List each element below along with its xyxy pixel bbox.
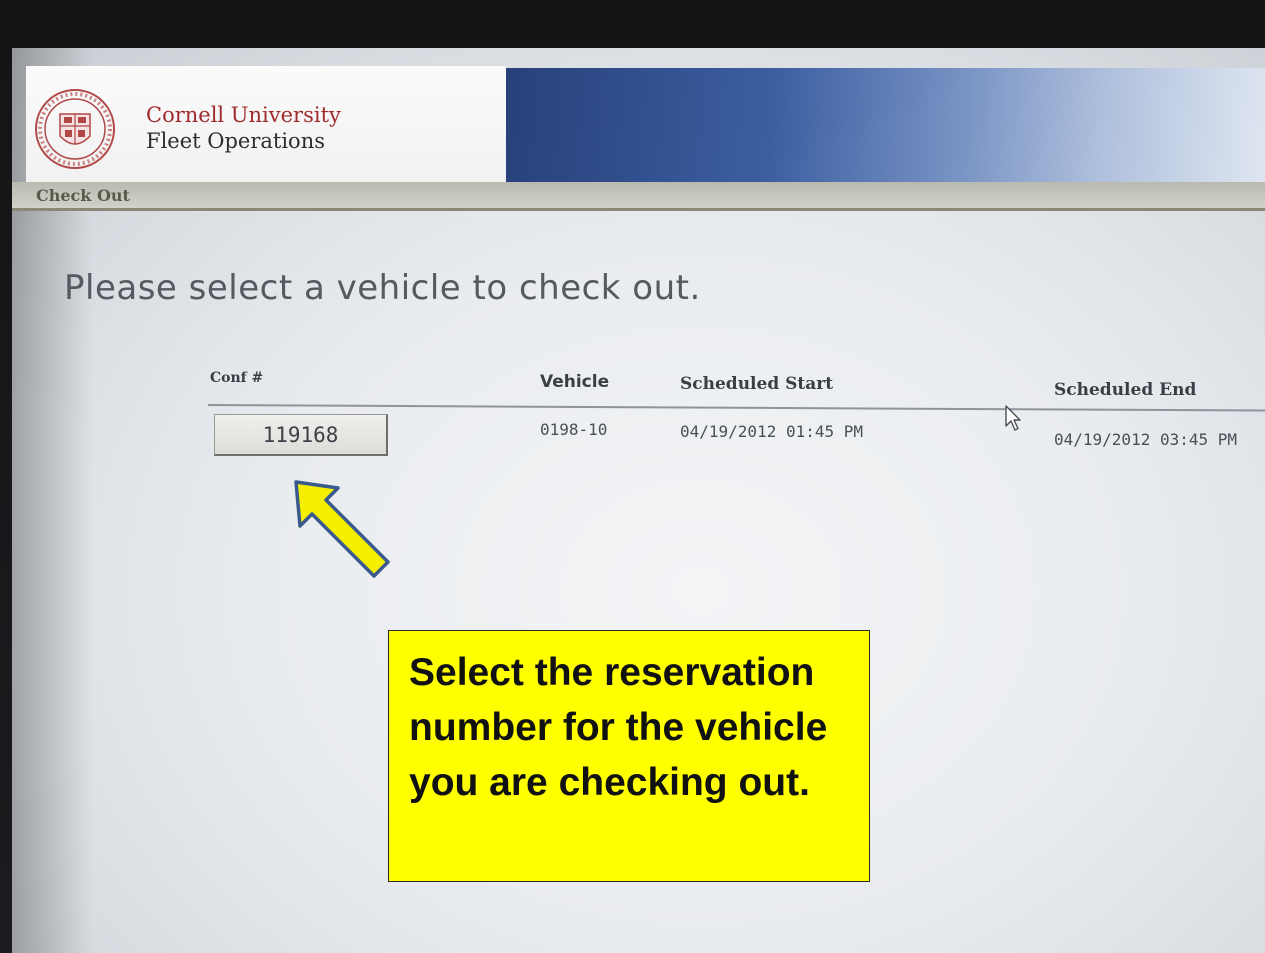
app-header: Cornell University Fleet Operations <box>12 58 1265 182</box>
monitor-screen: Cornell University Fleet Operations Chec… <box>12 48 1265 953</box>
callout-text: Select the reservation number for the ve… <box>409 651 828 804</box>
scheduled-start-cell: 04/19/2012 01:45 PM <box>680 422 864 441</box>
column-header-scheduled-start: Scheduled Start <box>680 374 834 394</box>
scheduled-end-cell: 04/19/2012 03:45 PM <box>1054 430 1238 449</box>
column-header-scheduled-end: Scheduled End <box>1054 380 1197 400</box>
pointer-arrow-icon <box>294 480 390 578</box>
column-header-vehicle: Vehicle <box>540 372 610 392</box>
tab-check-out[interactable]: Check Out <box>36 186 130 205</box>
column-header-conf: Conf # <box>210 370 264 386</box>
table-header-divider <box>207 404 1265 412</box>
mouse-cursor-icon <box>1005 405 1021 431</box>
header-banner <box>506 68 1265 182</box>
conf-number-button[interactable]: 119168 <box>214 414 388 456</box>
brand-line-university: Cornell University <box>146 103 341 127</box>
page-title: Please select a vehicle to check out. <box>64 268 701 308</box>
nav-bar: Check Out <box>12 182 1265 211</box>
cornell-seal-icon <box>35 89 115 169</box>
brand-name: Cornell University Fleet Operations <box>146 102 341 154</box>
vehicle-cell: 0198-10 <box>540 420 608 439</box>
brand-line-department: Fleet Operations <box>146 129 326 153</box>
instruction-callout: Select the reservation number for the ve… <box>388 630 870 882</box>
logo-box: Cornell University Fleet Operations <box>26 66 506 182</box>
